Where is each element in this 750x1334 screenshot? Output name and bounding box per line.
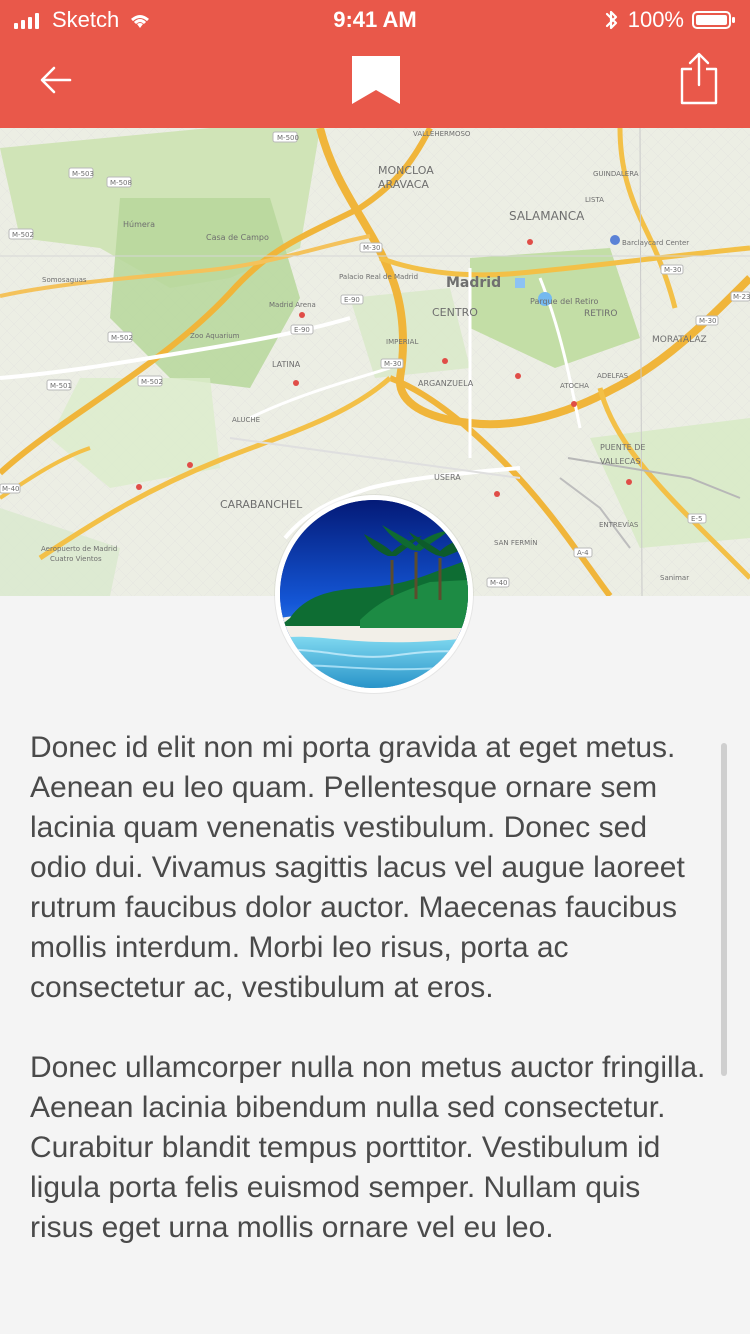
map-label-palacio-real: Palacio Real de Madrid	[339, 273, 418, 281]
map-label-somosaguas: Somosaguas	[42, 276, 87, 284]
map-label-madrid: Madrid	[446, 275, 501, 291]
bookmark-button[interactable]	[348, 52, 404, 108]
map-label-puente-de-vallecas-2: VALLECAS	[600, 457, 641, 466]
map-label-humera: Húmera	[123, 220, 155, 229]
road-label-m501: M-501	[50, 382, 72, 390]
arrow-left-icon	[40, 66, 72, 94]
map-label-vallehermoso: VALLEHERMOSO	[413, 130, 471, 138]
article-content: Donec id elit non mi porta gravida at eg…	[30, 728, 710, 1308]
bookmark-icon	[352, 56, 400, 104]
road-label-m502-c: M-502	[111, 334, 133, 342]
map-label-aravaca: ARAVACA	[378, 178, 429, 191]
map-label-barclaycard-center: Barclaycard Center	[622, 239, 689, 247]
map-label-aeropuerto: Aeropuerto de Madrid	[41, 545, 117, 553]
road-label-m500: M-500	[277, 134, 299, 142]
app-header: Sketch 9:41 AM 100%	[0, 0, 750, 128]
map-label-puente-de-vallecas-1: PUENTE DE	[600, 443, 645, 452]
road-label-m30-c: M-30	[664, 266, 681, 274]
road-label-a4: A-4	[577, 549, 589, 557]
map-label-aluche: ALUCHE	[232, 416, 260, 424]
battery-group: 100%	[604, 8, 736, 32]
battery-percent: 100%	[627, 7, 684, 32]
location-avatar	[275, 495, 473, 693]
road-label-m30-a: M-30	[363, 244, 380, 252]
location-avatar-image	[280, 500, 468, 688]
map-label-guindalera: GUINDALERA	[593, 170, 639, 178]
article-paragraph-1: Donec id elit non mi porta gravida at eg…	[30, 731, 685, 1004]
map-label-cuatro-vientos: Cuatro Vientos	[50, 555, 102, 563]
vertical-scrollbar[interactable]	[721, 743, 727, 1076]
road-label-e90-a: E-90	[344, 296, 360, 304]
road-label-m30-b: M-30	[384, 360, 401, 368]
navigation-bar	[0, 40, 750, 128]
map-label-retiro: RETIRO	[584, 309, 617, 319]
battery-icon	[692, 11, 735, 29]
map-label-adelfas: ADELFAS	[597, 372, 629, 380]
map-label-sanimar: Sanimar	[660, 574, 689, 582]
map-label-zoo: Zoo Aquarium	[190, 332, 240, 340]
map-label-entrevias: ENTREVÍAS	[599, 520, 639, 529]
map-label-casa-de-campo: Casa de Campo	[206, 233, 269, 242]
back-button[interactable]	[28, 52, 84, 108]
article-paragraph-2: Donec ullamcorper nulla non metus auctor…	[30, 1051, 706, 1244]
status-bar: Sketch 9:41 AM 100%	[0, 0, 750, 40]
road-label-e90-b: E-90	[294, 326, 310, 334]
road-label-m502-a: M-502	[12, 231, 34, 239]
map-label-atocha: ATOCHA	[560, 382, 589, 390]
road-label-m40-a: M-40	[2, 485, 19, 493]
road-label-m40-b: M-40	[490, 579, 507, 587]
map-label-carabanchel: CARABANCHEL	[220, 498, 303, 511]
map-label-parque-del-retiro: Parque del Retiro	[530, 297, 598, 306]
map-label-san-fermin: SAN FERMÍN	[494, 538, 537, 547]
map-label-moratalaz: MORATALAZ	[652, 335, 707, 345]
map-label-centro: CENTRO	[432, 306, 478, 319]
road-label-m503: M-503	[72, 170, 94, 178]
map-label-usera: USERA	[434, 473, 461, 482]
map-label-arganzuela: ARGANZUELA	[418, 379, 474, 388]
road-label-e5: E-5	[691, 515, 702, 523]
road-label-m23: M-23	[733, 293, 750, 301]
map-label-imperial: IMPERIAL	[386, 338, 418, 346]
map-label-moncloa: MONCLOA	[378, 164, 434, 177]
map-label-madrid-arena: Madrid Arena	[269, 301, 316, 309]
map-label-latina: LATINA	[272, 360, 301, 369]
bluetooth-icon	[604, 8, 620, 32]
share-button[interactable]	[678, 50, 720, 106]
map-label-lista: LISTA	[585, 196, 604, 204]
road-label-m502-b: M-502	[141, 378, 163, 386]
road-label-m30-d: M-30	[699, 317, 716, 325]
map-label-salamanca: SALAMANCA	[509, 209, 585, 223]
share-icon	[680, 52, 718, 105]
road-label-m508: M-508	[110, 179, 132, 187]
